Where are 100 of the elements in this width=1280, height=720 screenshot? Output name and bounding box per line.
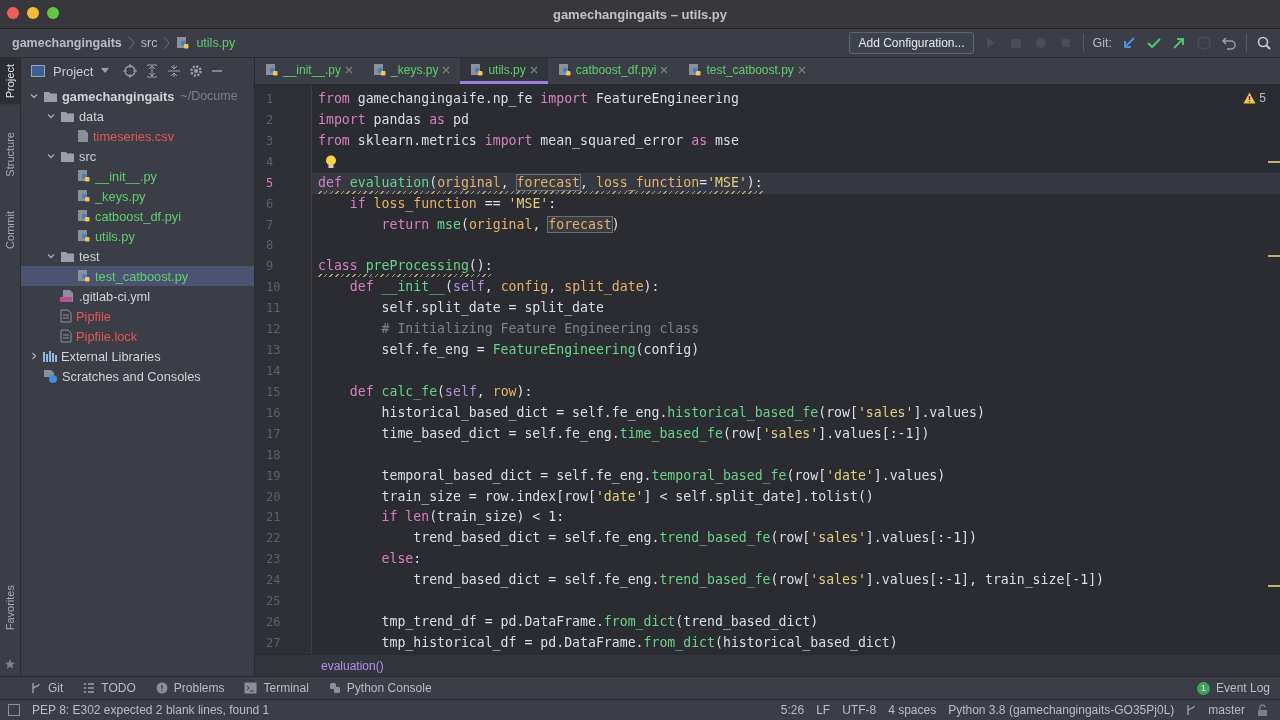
tree-item[interactable]: _keys.py	[95, 188, 146, 204]
file-icon	[60, 309, 72, 323]
tree-item[interactable]: utils.py	[95, 228, 135, 244]
python-interpreter[interactable]: Python 3.8 (gamechangingaits-GO35Pj0L)	[948, 703, 1175, 717]
editor-tab[interactable]: test_catboost.py	[678, 58, 816, 84]
checkmark-icon[interactable]	[1146, 35, 1162, 51]
code-line: tmp_historical_df = pd.DataFrame.from_dict(historical_based_dict)	[380, 633, 898, 653]
status-message: PEP 8: E302 expected 2 blank lines, found 1	[32, 703, 270, 717]
tool-window-tab[interactable]: Favorites	[4, 578, 16, 636]
tool-window-button[interactable]: Problems	[155, 681, 225, 695]
tab-label: catboost_df.pyi	[575, 62, 657, 77]
file-icon	[77, 129, 89, 143]
crosshair-icon[interactable]	[123, 64, 138, 78]
python-file-icon	[688, 62, 703, 77]
close-icon[interactable]	[345, 65, 354, 74]
panel-toggle-icon[interactable]	[8, 704, 20, 716]
tree-item[interactable]: src	[79, 148, 97, 164]
scratches-icon	[43, 369, 58, 383]
maximize-button[interactable]	[47, 7, 59, 19]
arrow-up-right-icon[interactable]	[1171, 35, 1187, 51]
code-line: trend_based_dict = self.fe_eng.trend_based_fe(row['sales'].values[:-1], train_size[-1])	[412, 571, 1105, 590]
lightbulb-icon[interactable]	[325, 154, 337, 169]
tool-window-tab[interactable]: Structure	[4, 126, 16, 183]
tool-window-button[interactable]: Terminal	[244, 681, 309, 695]
folder-icon	[60, 149, 75, 163]
window-title: gamechangingaits – utils.py	[552, 6, 728, 22]
tree-item[interactable]: catboost_df.pyi	[95, 208, 182, 224]
tree-item[interactable]: Pipfile	[76, 308, 111, 324]
search-icon[interactable]	[1256, 35, 1272, 51]
editor-tab[interactable]: utils.py	[460, 58, 548, 84]
project-path: ~/Docume	[180, 89, 238, 103]
breadcrumb-item[interactable]: src	[140, 36, 158, 50]
python-file-icon	[470, 62, 485, 77]
tool-window-tab[interactable]: Project	[0, 58, 20, 105]
chevron-down-icon[interactable]	[46, 251, 56, 261]
breadcrumb-item[interactable]: gamechangingaits	[12, 36, 122, 50]
python-file-icon	[265, 62, 279, 77]
expand-all-icon[interactable]	[145, 64, 160, 78]
minimize-button[interactable]	[27, 7, 39, 19]
tree-item[interactable]: data	[79, 108, 104, 124]
chevron-down-icon[interactable]	[46, 151, 56, 161]
close-icon[interactable]	[660, 65, 669, 74]
list-icon	[83, 682, 96, 694]
file-encoding[interactable]: UTF-8	[842, 703, 877, 717]
chevron-right-icon[interactable]	[29, 351, 39, 361]
arrow-down-left-icon[interactable]	[1121, 35, 1137, 51]
editor-tab[interactable]: __init__.py	[255, 58, 364, 84]
tree-item[interactable]: External Libraries	[61, 348, 161, 364]
breadcrumb-item[interactable]: utils.py	[196, 36, 236, 50]
tool-window-button[interactable]: Python Console	[328, 681, 432, 695]
tool-window-tab[interactable]: Commit	[4, 204, 16, 255]
folder-icon	[43, 89, 58, 103]
tree-item[interactable]: test	[79, 248, 100, 264]
code-line: from gamechangingaife.np_fe import FeatureEngineering	[318, 90, 739, 109]
event-log-button[interactable]: 1 Event Log	[1196, 681, 1270, 695]
tree-item[interactable]: gamechangingaits	[62, 88, 175, 104]
code-line: historical_based_dict = self.fe_eng.historical_based_fe(row['sales'].values)	[380, 403, 985, 423]
editor-tab[interactable]: _keys.py	[363, 58, 461, 84]
python-file-icon	[557, 62, 572, 77]
python-file-icon	[176, 36, 191, 50]
python-file-icon	[77, 229, 91, 243]
folder-icon	[60, 109, 75, 123]
tree-item[interactable]: __init__.py	[95, 168, 157, 184]
lock-icon[interactable]	[1257, 704, 1268, 716]
code-line: else:	[380, 550, 422, 569]
branch-icon	[1186, 704, 1197, 716]
problems-icon	[155, 682, 168, 694]
close-icon[interactable]	[797, 65, 806, 74]
line-ending[interactable]: LF	[816, 703, 831, 717]
file-icon	[60, 329, 72, 343]
code-line: tmp_trend_df = pd.DataFrame.from_dict(trend_based_dict)	[380, 613, 819, 632]
tree-item[interactable]: Pipfile.lock	[76, 328, 138, 344]
caret-position[interactable]: 5:26	[780, 703, 805, 717]
code-line: time_based_dict = self.fe_eng.time_based_fe(row['sales'].values[:-1])	[380, 424, 930, 444]
chevron-down-icon[interactable]	[46, 111, 56, 121]
caret-down-icon[interactable]	[101, 68, 110, 74]
close-icon[interactable]	[529, 65, 538, 74]
tree-item[interactable]: .gitlab-ci.yml	[79, 288, 151, 304]
indent-setting[interactable]: 4 spaces	[888, 703, 937, 717]
tree-item[interactable]: timeseries.csv	[93, 128, 175, 144]
yaml-file-icon	[60, 289, 75, 303]
tool-window-button[interactable]: TODO	[83, 681, 136, 695]
warning-count[interactable]: 5	[1259, 91, 1266, 105]
close-icon[interactable]	[442, 65, 451, 74]
branch-icon	[30, 682, 42, 694]
python-file-icon	[77, 169, 91, 183]
chevron-down-icon[interactable]	[29, 91, 39, 101]
project-view-dropdown[interactable]: Project	[53, 63, 94, 79]
code-line: if len(train_size) < 1:	[380, 508, 565, 527]
tool-window-button[interactable]: Git	[30, 681, 64, 695]
context-breadcrumb[interactable]: evaluation()	[321, 658, 384, 673]
collapse-all-icon[interactable]	[167, 64, 182, 78]
git-branch[interactable]: master	[1208, 703, 1245, 717]
code-line: temporal_based_dict = self.fe_eng.temporal_based_fe(row['date'].values)	[380, 466, 946, 486]
editor-tab[interactable]: catboost_df.pyi	[547, 58, 679, 84]
close-button[interactable]	[7, 7, 19, 19]
tree-item[interactable]: Scratches and Consoles	[62, 368, 201, 384]
undo-icon[interactable]	[1221, 35, 1237, 51]
add-configuration-button[interactable]: Add Configuration...	[849, 32, 974, 54]
settings-icon[interactable]	[189, 64, 204, 78]
